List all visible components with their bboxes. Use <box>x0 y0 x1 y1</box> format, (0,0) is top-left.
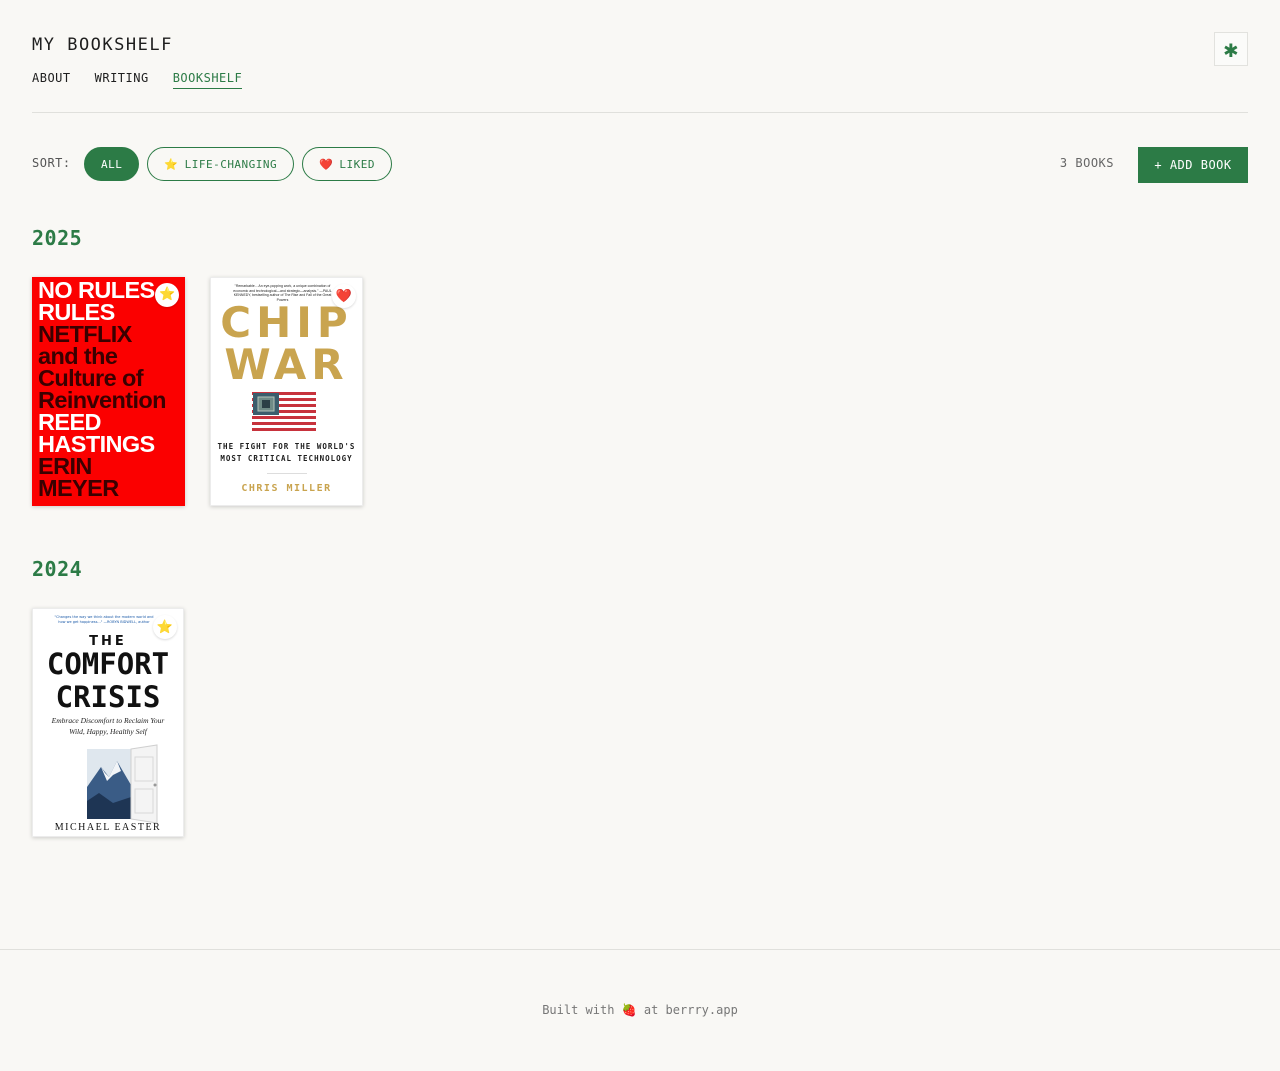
cover-title-line: Reinvention <box>38 387 166 413</box>
cover-subtitle-line: MOST CRITICAL TECHNOLOGY <box>220 454 353 463</box>
cover-title-line: COMFORT <box>46 647 170 681</box>
cover-title-line: Culture of <box>38 365 144 391</box>
cover-title-line: CRISIS <box>55 680 161 714</box>
filter-group: ALL ⭐ LIFE-CHANGING ❤️ LIKED <box>84 147 392 181</box>
cover-author-line: REED <box>38 409 101 435</box>
filter-liked-button[interactable]: ❤️ LIKED <box>302 147 392 181</box>
theme-toggle-button[interactable]: ✱ <box>1214 32 1248 66</box>
footer-divider <box>0 949 1280 950</box>
sort-label: SORT: <box>32 156 71 170</box>
cover-author: MICHAEL EASTER <box>54 822 162 833</box>
cover-blurb: "Changes the way we think about the mode… <box>54 615 154 624</box>
cover-author-line: ERIN <box>38 453 92 479</box>
footer: Built with 🍓 at berrry.app <box>0 1003 1280 1017</box>
strawberry-icon: 🍓 <box>621 1003 637 1017</box>
footer-text: Built with <box>542 1003 622 1017</box>
door-mountain-illustration <box>87 744 158 823</box>
nav-about[interactable]: ABOUT <box>32 71 71 89</box>
star-icon: ⭐ <box>164 157 179 171</box>
heart-icon: ❤️ <box>332 284 356 308</box>
footer-link[interactable]: berrry.app <box>666 1003 738 1017</box>
cover-subtitle-line: Wild, Happy, Healthy Self <box>69 727 147 736</box>
filter-all-button[interactable]: ALL <box>84 147 140 181</box>
year-heading-2025: 2025 <box>32 226 83 250</box>
cover-author: CHRIS MILLER <box>241 483 332 494</box>
year-heading-2024: 2024 <box>32 557 83 581</box>
nav-bookshelf[interactable]: BOOKSHELF <box>172 71 243 89</box>
cover-subtitle-line: Embrace Discomfort to Reclaim Your <box>51 716 165 725</box>
cover-divider <box>267 473 307 474</box>
cover-title-line: and the <box>38 343 118 369</box>
cover-subtitle: Embrace Discomfort to Reclaim Your Wild,… <box>45 715 171 737</box>
filter-label: LIKED <box>339 157 375 171</box>
bookshelf-toolbar: SORT: ALL ⭐ LIFE-CHANGING ❤️ LIKED 3 BOO… <box>32 147 1248 183</box>
cover-subtitle: THE FIGHT FOR THE WORLD'S MOST CRITICAL … <box>211 441 362 465</box>
filter-label: LIFE-CHANGING <box>184 157 278 171</box>
cover-author-line: MEYER <box>38 475 119 501</box>
filter-life-changing-button[interactable]: ⭐ LIFE-CHANGING <box>147 147 295 181</box>
book-card-comfort-crisis[interactable]: ⭐ "Changes the way we think about the mo… <box>32 608 184 837</box>
main-nav: ABOUT WRITING BOOKSHELF <box>32 71 243 89</box>
nav-writing[interactable]: WRITING <box>95 71 149 89</box>
asterisk-icon: ✱ <box>1223 35 1239 63</box>
star-icon: ⭐ <box>155 283 179 307</box>
filter-label: ALL <box>101 157 123 171</box>
book-card-chip-war[interactable]: ❤️ "Remarkable... An eye-popping work, a… <box>210 277 363 506</box>
cover-title-line: RULES <box>38 299 115 325</box>
header-divider <box>32 112 1248 113</box>
book-card-no-rules-rules[interactable]: ⭐ NO RULES RULES NETFLIX and the Culture… <box>32 277 185 506</box>
cover-title-line: NETFLIX <box>38 321 132 347</box>
add-book-button[interactable]: + ADD BOOK <box>1138 147 1248 183</box>
chip-flag-illustration <box>252 392 316 432</box>
cover-subtitle-line: THE FIGHT FOR THE WORLD'S <box>217 442 356 451</box>
site-title: MY BOOKSHELF <box>32 35 173 55</box>
footer-text: at <box>636 1003 666 1017</box>
star-icon: ⭐ <box>153 615 177 639</box>
cover-title-line: CHIP <box>220 298 353 347</box>
cover-title: COMFORT CRISIS <box>33 648 183 714</box>
cover-title-line: WAR <box>224 340 349 389</box>
cover-title: CHIP WAR <box>211 302 362 386</box>
heart-icon: ❤️ <box>319 157 334 171</box>
book-count: 3 BOOKS <box>1059 156 1114 170</box>
cover-author-line: HASTINGS <box>38 431 155 457</box>
